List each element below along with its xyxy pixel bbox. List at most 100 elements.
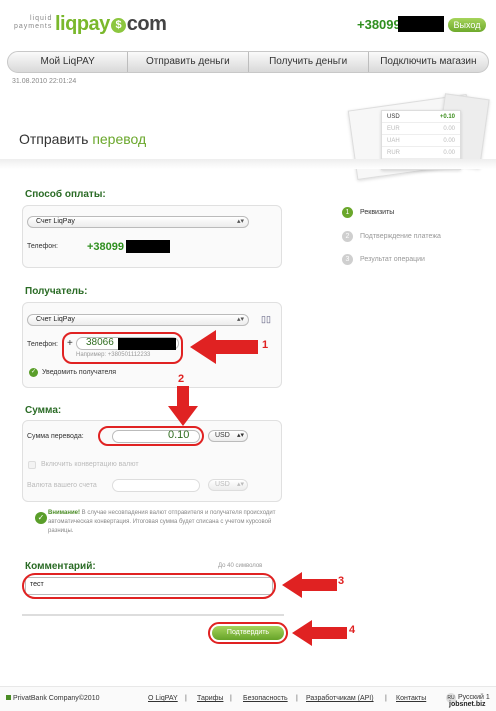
balance-row-eur: EUR 0.00: [382, 123, 460, 135]
logo-text: liqpay: [55, 13, 110, 35]
language-label: Русский 1: [457, 694, 490, 701]
balance-currency: EUR: [387, 126, 400, 132]
footer-link-tariffs[interactable]: Тарифы: [197, 695, 223, 702]
footer: PrivatBank Company©2010 О LiqPAY | Тариф…: [0, 686, 496, 711]
amount-title: Сумма:: [25, 405, 62, 416]
account-amount-input[interactable]: [112, 479, 200, 492]
footer-separator: |: [230, 695, 232, 702]
main-menu: Мой LiqPAY Отправить деньги Получить ден…: [7, 51, 489, 73]
balance-currency: USD: [387, 114, 400, 120]
annotation-ring-phone: [62, 332, 183, 364]
annotation-arrow-4: [292, 620, 347, 646]
checkbox-checked-icon[interactable]: ✓: [29, 368, 38, 377]
copyright: PrivatBank Company©2010: [6, 695, 99, 702]
page-title: Отправить перевод: [19, 131, 146, 147]
step-requisites: 1 Реквизиты: [342, 206, 394, 218]
recipient-title: Получатель:: [25, 286, 88, 297]
payment-phone-label: Телефон:: [27, 243, 58, 250]
dollar-coin-icon: $: [110, 18, 126, 33]
recipient-phone-label: Телефон:: [27, 341, 58, 348]
annotation-ring-amount: [98, 426, 204, 446]
form-divider: [22, 614, 284, 616]
copyright-text: PrivatBank Company©2010: [13, 695, 100, 702]
annotation-arrow-1: [190, 330, 258, 364]
select-arrows-icon: ▴▾: [236, 218, 244, 225]
step-label: Подтверждение платежа: [360, 232, 441, 240]
footer-separator: |: [296, 695, 298, 702]
comment-title: Комментарий:: [25, 561, 96, 572]
warning-text: В случае несовпадения валют отправителя …: [48, 510, 276, 534]
footer-link-contacts[interactable]: Контакты: [396, 695, 426, 702]
privatbank-icon: [6, 695, 11, 700]
payment-phone-value: +38099: [87, 241, 125, 253]
select-arrows-icon: ▴▾: [236, 432, 244, 439]
logo-tagline-line1: liquid: [30, 15, 53, 22]
annotation-number-4: 4: [349, 624, 356, 636]
menu-item-send-money[interactable]: Отправить деньги: [128, 52, 249, 72]
user-phone: +38099: [357, 17, 401, 32]
footer-link-api[interactable]: Разработчикам (API): [306, 695, 374, 702]
balance-currency: UAH: [387, 138, 400, 144]
conversion-label: Включить конвертацию валют: [41, 461, 139, 468]
balance-value: +0.10: [439, 114, 455, 120]
payment-method-select[interactable]: Счет LiqPay ▴▾: [27, 216, 249, 228]
logout-button[interactable]: Выход: [448, 18, 486, 32]
footer-separator: |: [185, 695, 187, 702]
step-label: Реквизиты: [360, 208, 395, 216]
annotation-ring-confirm: [208, 622, 288, 644]
address-book-icon[interactable]: ▯▯: [261, 314, 271, 325]
logo-tagline-line2: payments: [14, 23, 53, 30]
notify-recipient-label: Уведомить получателя: [42, 369, 117, 376]
footer-link-about[interactable]: О LiqPAY: [148, 695, 178, 702]
select-arrows-icon: ▴▾: [236, 316, 244, 323]
annotation-number-3: 3: [338, 575, 345, 587]
account-currency-value: USD: [215, 481, 230, 488]
balance-value: 0.00: [443, 138, 455, 144]
logo-domain: com: [126, 13, 167, 35]
payment-method-value: Счет LiqPay: [36, 218, 75, 225]
annotation-ring-comment: [22, 573, 276, 599]
phone-redaction: [398, 16, 444, 32]
currency-value: USD: [215, 432, 230, 439]
step-result: 3 Результат операции: [342, 253, 425, 265]
annotation-number-2: 2: [178, 373, 185, 385]
balance-value: 0.00: [443, 150, 455, 156]
conversion-warning: Внимание! В случае несовпадения валют от…: [48, 509, 280, 536]
annotation-number-1: 1: [262, 339, 269, 351]
step-number-1: 1: [342, 206, 353, 218]
recipient-method-select[interactable]: Счет LiqPay ▴▾: [27, 314, 249, 326]
footer-link-security[interactable]: Безопасность: [243, 695, 288, 702]
info-icon: ✓: [35, 512, 47, 524]
liqpay-logo[interactable]: liqpay $ com: [55, 13, 167, 36]
conversion-checkbox[interactable]: [28, 461, 36, 469]
step-label: Результат операции: [360, 255, 425, 263]
annotation-arrow-3: [282, 572, 337, 598]
menu-item-connect-shop[interactable]: Подключить магазин: [369, 52, 488, 72]
phone-redaction: [126, 240, 170, 253]
step-number-2: 2: [342, 230, 353, 242]
balance-row-uah: UAH 0.00: [382, 135, 460, 147]
step-number-3: 3: [342, 253, 353, 265]
menu-item-receive-money[interactable]: Получить деньги: [249, 52, 369, 72]
currency-select[interactable]: USD ▴▾: [208, 430, 248, 442]
divider: [0, 159, 496, 169]
comment-limit: До 40 символов: [218, 563, 263, 569]
menu-item-my-liqpay[interactable]: Мой LiqPAY: [8, 52, 129, 72]
header: liquid payments liqpay $ com +38099 Выход: [0, 0, 496, 50]
balance-row-rur: RUR 0.00: [382, 147, 460, 159]
warning-bold: Внимание!: [48, 510, 80, 516]
page-title-part1: Отправить: [19, 131, 89, 147]
payment-panel: [22, 205, 282, 268]
logo-tagline: liquid payments: [14, 15, 52, 31]
balance-currency: RUR: [387, 150, 400, 156]
annotation-arrow-2: [168, 386, 198, 426]
datetime: 31.08.2010 22:01:24: [12, 78, 77, 85]
select-arrows-icon: ▴▾: [236, 481, 244, 488]
account-currency-select[interactable]: USD ▴▾: [208, 479, 248, 491]
amount-label: Сумма перевода:: [27, 433, 84, 440]
account-currency-label: Валюта вашего счета: [27, 482, 97, 489]
page-title-part2: перевод: [92, 131, 147, 147]
balance-row-usd: USD +0.10: [382, 111, 460, 123]
watermark: jobsnet.biz: [449, 701, 486, 708]
footer-separator: |: [385, 695, 387, 702]
